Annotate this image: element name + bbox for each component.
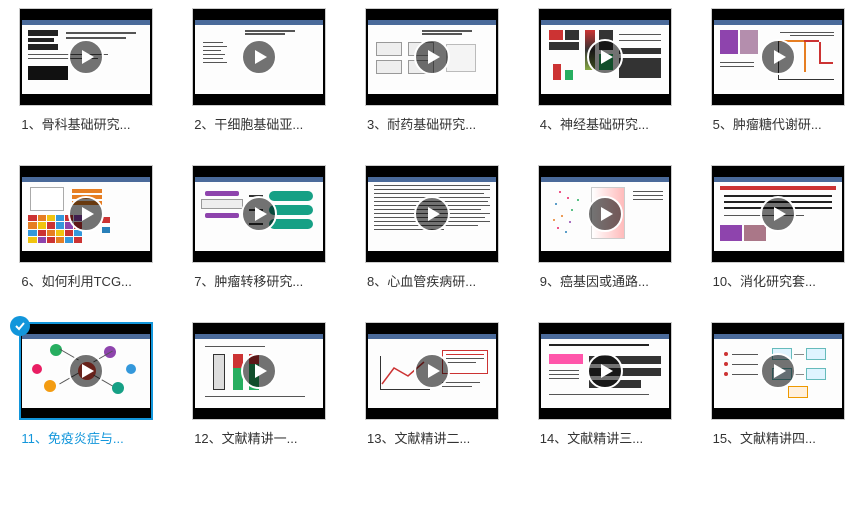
video-title: 13、文献精讲二... — [365, 428, 499, 447]
video-item-8[interactable]: 8、心血管疾病研... — [362, 165, 503, 290]
play-icon — [760, 353, 796, 389]
video-title: 9、癌基因或通路... — [538, 271, 672, 290]
video-item-1[interactable]: 1、骨科基础研究... — [16, 8, 157, 133]
play-icon — [68, 39, 104, 75]
video-item-10[interactable]: 10、消化研究套... — [707, 165, 848, 290]
play-icon — [760, 196, 796, 232]
video-thumbnail — [538, 8, 672, 106]
video-thumbnail — [365, 322, 499, 420]
play-icon — [587, 353, 623, 389]
video-title: 8、心血管疾病研... — [365, 271, 499, 290]
play-icon — [587, 196, 623, 232]
video-grid: 1、骨科基础研究... 2、干细胞基础亚... — [16, 8, 848, 447]
video-item-4[interactable]: 4、神经基础研究... — [534, 8, 675, 133]
video-thumbnail — [192, 165, 326, 263]
video-title: 1、骨科基础研究... — [19, 114, 153, 133]
video-title: 7、肿瘤转移研究... — [192, 271, 326, 290]
video-title: 6、如何利用TCG... — [19, 271, 153, 290]
video-item-5[interactable]: 5、肿瘤糖代谢研... — [707, 8, 848, 133]
video-title: 15、文献精讲四... — [711, 428, 845, 447]
video-title: 14、文献精讲三... — [538, 428, 672, 447]
video-title: 12、文献精讲一... — [192, 428, 326, 447]
video-title: 11、免疫炎症与... — [19, 428, 153, 447]
play-icon — [68, 353, 104, 389]
video-item-15[interactable]: 15、文献精讲四... — [707, 322, 848, 447]
play-icon — [587, 39, 623, 75]
video-title: 5、肿瘤糖代谢研... — [711, 114, 845, 133]
video-thumbnail — [192, 8, 326, 106]
play-icon — [414, 353, 450, 389]
video-thumbnail — [711, 322, 845, 420]
video-item-6[interactable]: 6、如何利用TCG... — [16, 165, 157, 290]
video-title: 3、耐药基础研究... — [365, 114, 499, 133]
video-thumbnail — [19, 165, 153, 263]
video-item-3[interactable]: 3、耐药基础研究... — [362, 8, 503, 133]
play-icon — [241, 39, 277, 75]
video-item-2[interactable]: 2、干细胞基础亚... — [189, 8, 330, 133]
video-thumbnail — [711, 165, 845, 263]
video-thumbnail — [538, 165, 672, 263]
play-icon — [414, 196, 450, 232]
video-title: 2、干细胞基础亚... — [192, 114, 326, 133]
play-icon — [760, 39, 796, 75]
video-thumbnail — [192, 322, 326, 420]
check-icon — [10, 316, 30, 336]
video-item-11[interactable]: 11、免疫炎症与... — [16, 322, 157, 447]
video-item-12[interactable]: 12、文献精讲一... — [189, 322, 330, 447]
video-item-14[interactable]: 14、文献精讲三... — [534, 322, 675, 447]
play-icon — [241, 353, 277, 389]
video-thumbnail — [19, 8, 153, 106]
video-thumbnail — [365, 165, 499, 263]
video-thumbnail — [711, 8, 845, 106]
video-item-9[interactable]: 9、癌基因或通路... — [534, 165, 675, 290]
play-icon — [414, 39, 450, 75]
video-title: 10、消化研究套... — [711, 271, 845, 290]
video-item-7[interactable]: 7、肿瘤转移研究... — [189, 165, 330, 290]
video-item-13[interactable]: 13、文献精讲二... — [362, 322, 503, 447]
video-thumbnail — [538, 322, 672, 420]
video-title: 4、神经基础研究... — [538, 114, 672, 133]
video-thumbnail — [19, 322, 153, 420]
video-thumbnail — [365, 8, 499, 106]
play-icon — [68, 196, 104, 232]
play-icon — [241, 196, 277, 232]
